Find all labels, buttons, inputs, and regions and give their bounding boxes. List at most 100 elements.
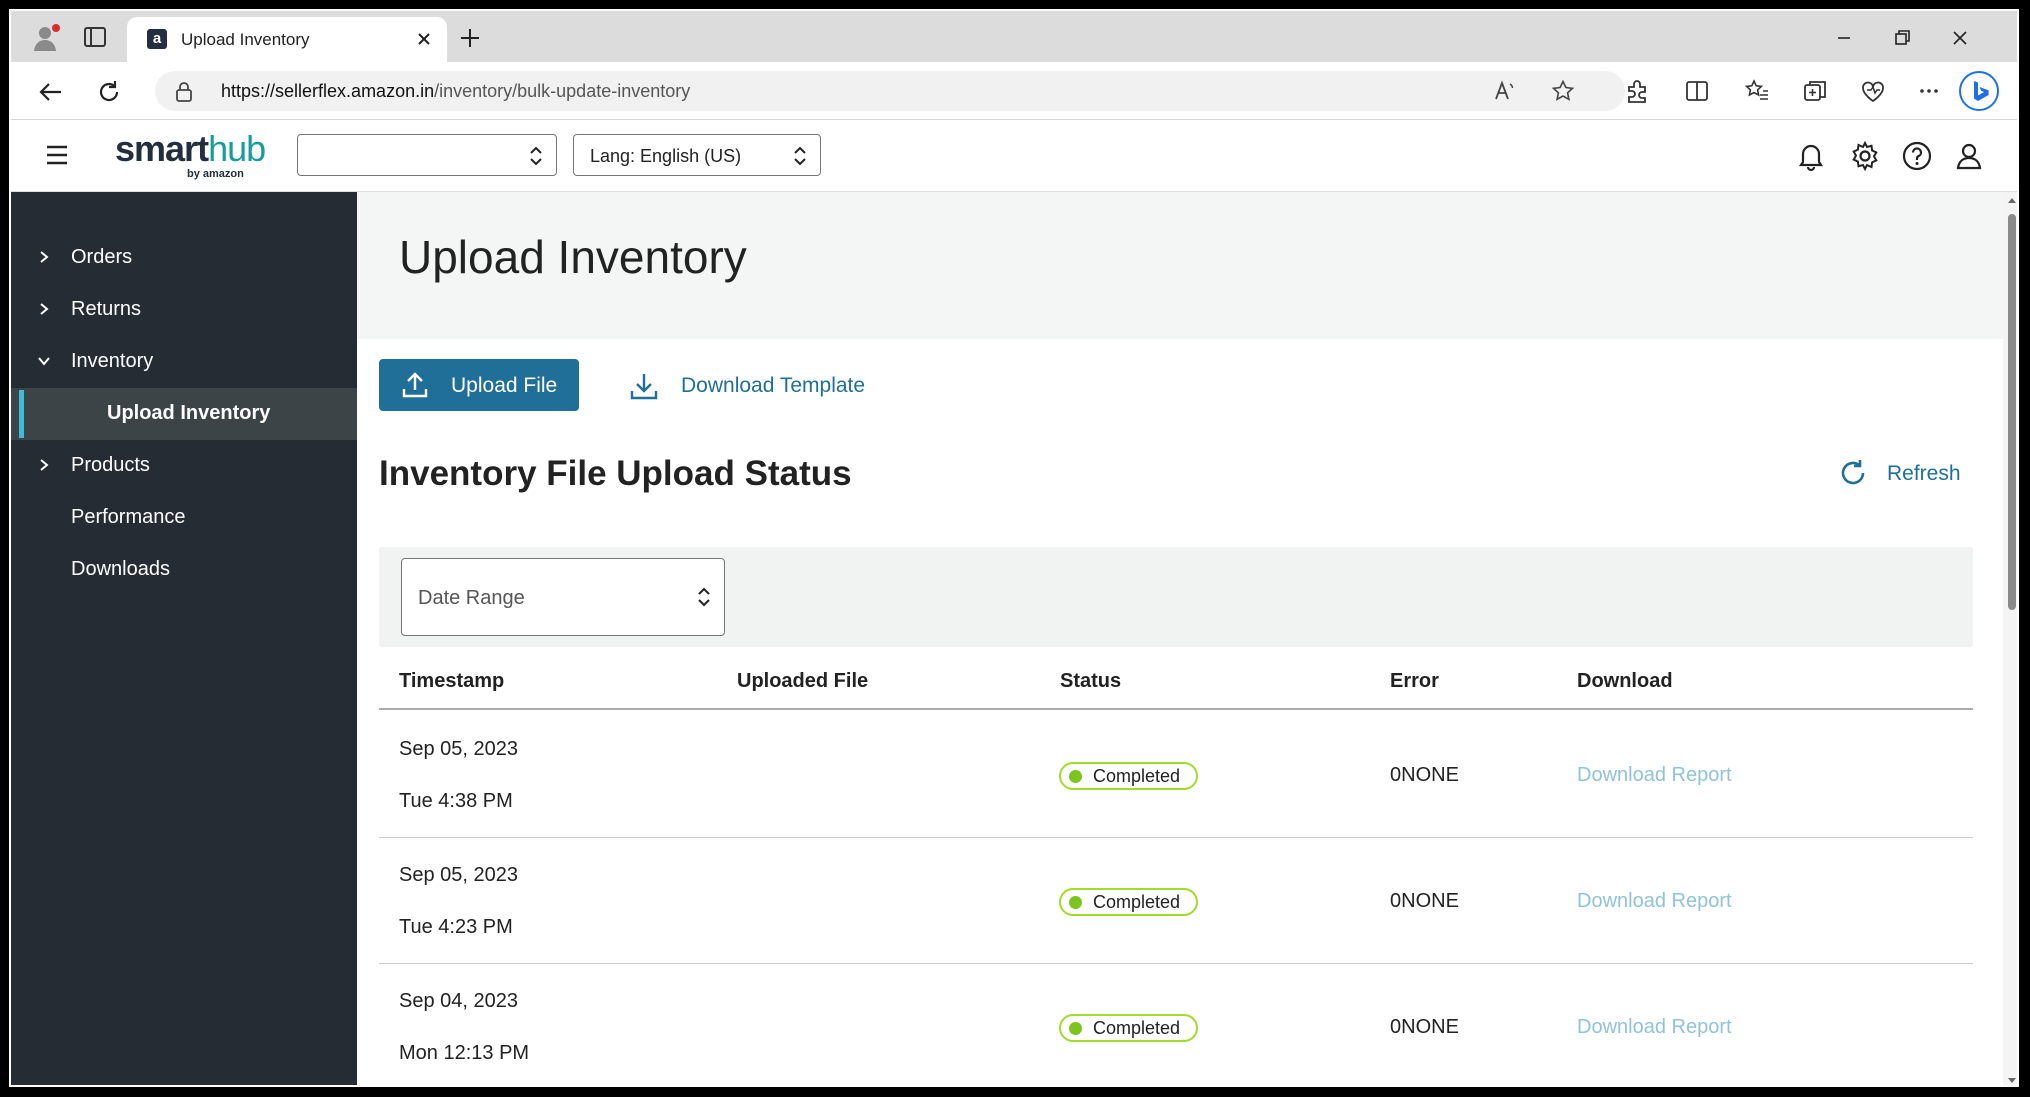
help-icon[interactable] xyxy=(1901,140,1933,172)
chevron-down-icon xyxy=(37,354,51,368)
store-select[interactable] xyxy=(297,134,557,176)
app-header: smarthub by amazon Lang: English (US) xyxy=(11,120,2017,192)
read-aloud-icon[interactable] xyxy=(1493,79,1517,103)
download-report-link[interactable]: Download Report xyxy=(1577,1016,1732,1039)
row-time: Tue 4:38 PM xyxy=(399,790,513,812)
column-header-timestamp[interactable]: Timestamp xyxy=(399,670,504,693)
split-screen-icon[interactable] xyxy=(1683,77,1711,105)
smarthub-logo[interactable]: smarthub by amazon xyxy=(115,128,275,184)
notification-bell-icon[interactable] xyxy=(1795,140,1827,172)
sidebar-item-label: Returns xyxy=(71,298,142,320)
language-select[interactable]: Lang: English (US) xyxy=(573,134,821,176)
download-template-button[interactable]: Download Template xyxy=(629,359,889,411)
back-arrow-icon[interactable] xyxy=(37,78,65,106)
collections-icon[interactable] xyxy=(1801,77,1829,105)
column-header-status[interactable]: Status xyxy=(1060,670,1121,693)
bing-copilot-icon[interactable] xyxy=(1959,71,1999,111)
url-field[interactable]: https://sellerflex.amazon.in/inventory/b… xyxy=(155,71,1625,111)
minimize-icon[interactable] xyxy=(1833,27,1855,49)
sidebar-item-label: Performance xyxy=(71,506,186,528)
scrollbar-thumb[interactable] xyxy=(2008,214,2016,610)
section-title: Inventory File Upload Status xyxy=(379,454,852,493)
status-text: Completed xyxy=(1093,766,1181,786)
amazon-favicon-icon: a xyxy=(147,29,167,49)
row-time: Mon 12:13 PM xyxy=(399,1042,530,1064)
sidebar-item-downloads[interactable]: Downloads xyxy=(11,544,357,596)
row-error: 0NONE xyxy=(1390,1016,1459,1038)
active-indicator xyxy=(19,390,24,438)
sidebar-item-performance[interactable]: Performance xyxy=(11,492,357,544)
table-header: Timestamp Uploaded File Status Error Dow… xyxy=(379,660,1973,710)
menu-hamburger-icon[interactable] xyxy=(45,144,69,166)
download-template-label: Download Template xyxy=(681,374,866,397)
sidebar-item-upload-inventory[interactable]: Upload Inventory xyxy=(11,388,357,440)
table-row: Sep 05, 2023 Tue 4:23 PM Completed 0NONE… xyxy=(379,838,1973,964)
row-date: Sep 05, 2023 xyxy=(399,738,518,760)
sidebar-item-products[interactable]: Products xyxy=(11,440,357,492)
scroll-up-arrow-icon[interactable] xyxy=(2007,196,2017,206)
column-header-error[interactable]: Error xyxy=(1390,670,1439,693)
browser-window: a Upload Inventory https://sellerflex.am… xyxy=(9,9,2019,1087)
logo-sub: by amazon xyxy=(187,168,244,180)
close-tab-icon[interactable] xyxy=(413,28,435,50)
status-dot-icon xyxy=(1069,770,1082,783)
extensions-icon[interactable] xyxy=(1623,77,1651,105)
date-range-placeholder: Date Range xyxy=(418,587,525,609)
main-content: Upload Inventory Upload File Download Te… xyxy=(357,192,2003,1085)
page-scrollbar[interactable] xyxy=(2003,192,2017,1085)
sidebar-item-inventory[interactable]: Inventory xyxy=(11,336,357,388)
browser-address-bar: https://sellerflex.amazon.in/inventory/b… xyxy=(11,62,2017,120)
scroll-down-arrow-icon[interactable] xyxy=(2007,1075,2017,1085)
download-report-link[interactable]: Download Report xyxy=(1577,890,1732,913)
settings-gear-icon[interactable] xyxy=(1849,140,1881,172)
browser-essentials-icon[interactable] xyxy=(1859,77,1887,105)
sidebar-item-label: Orders xyxy=(71,246,133,268)
column-header-uploaded-file[interactable]: Uploaded File xyxy=(737,670,868,693)
sidebar-item-label: Inventory xyxy=(71,350,154,372)
favorite-star-icon[interactable] xyxy=(1551,79,1575,103)
row-date: Sep 05, 2023 xyxy=(399,864,518,886)
restore-icon[interactable] xyxy=(1891,27,1913,49)
reload-icon[interactable] xyxy=(95,78,123,106)
browser-tab[interactable]: a Upload Inventory xyxy=(127,17,447,62)
favorites-icon[interactable] xyxy=(1743,77,1771,105)
sidebar-item-label: Upload Inventory xyxy=(107,402,271,424)
status-badge: Completed xyxy=(1059,888,1199,916)
logo-text: smarthub xyxy=(115,128,266,170)
sidebar-item-returns[interactable]: Returns xyxy=(11,284,357,336)
logo-accent: hub xyxy=(208,128,266,169)
upload-icon xyxy=(401,371,429,399)
close-window-icon[interactable] xyxy=(1949,27,1971,49)
status-dot-icon xyxy=(1069,1022,1082,1035)
sidebar-item-label: Downloads xyxy=(71,558,170,580)
url-host: https://sellerflex.amazon.in xyxy=(221,81,435,101)
download-report-link[interactable]: Download Report xyxy=(1577,764,1732,787)
refresh-button[interactable]: Refresh xyxy=(1837,454,1977,494)
lock-icon[interactable] xyxy=(175,82,193,102)
upload-file-button[interactable]: Upload File xyxy=(379,359,579,411)
sidebar-item-orders[interactable]: Orders xyxy=(11,232,357,284)
logo-main: smart xyxy=(115,128,209,169)
tab-actions-icon[interactable] xyxy=(81,25,109,49)
browser-tab-bar: a Upload Inventory xyxy=(11,11,2017,62)
status-dot-icon xyxy=(1069,896,1082,909)
row-error: 0NONE xyxy=(1390,764,1459,786)
tab-title: Upload Inventory xyxy=(181,30,310,49)
column-header-download[interactable]: Download xyxy=(1577,670,1673,693)
select-caret-icon xyxy=(696,583,712,611)
status-badge: Completed xyxy=(1059,1014,1199,1042)
row-date: Sep 04, 2023 xyxy=(399,990,518,1012)
url-text: https://sellerflex.amazon.in/inventory/b… xyxy=(221,81,690,102)
table-row: Sep 05, 2023 Tue 4:38 PM Completed 0NONE… xyxy=(379,712,1973,838)
more-options-icon[interactable] xyxy=(1915,77,1943,105)
profile-icon[interactable] xyxy=(31,23,63,53)
row-error: 0NONE xyxy=(1390,890,1459,912)
page-header: Upload Inventory xyxy=(357,192,2003,339)
date-range-select[interactable]: Date Range xyxy=(401,558,725,636)
filter-panel: Date Range xyxy=(379,547,1973,647)
sidebar-nav: Orders Returns Inventory Upload Inventor… xyxy=(11,192,357,1085)
user-account-icon[interactable] xyxy=(1953,140,1985,172)
sidebar-item-label: Products xyxy=(71,454,150,476)
new-tab-icon[interactable] xyxy=(457,25,483,51)
language-select-value: Lang: English (US) xyxy=(590,146,742,166)
